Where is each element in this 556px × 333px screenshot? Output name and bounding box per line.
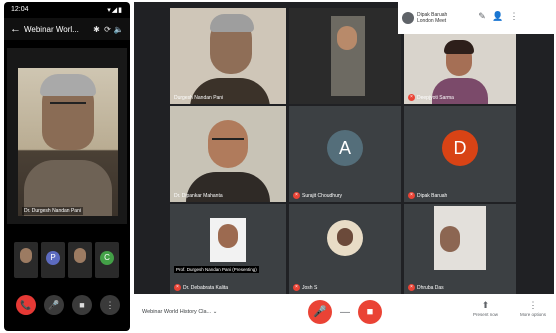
phone-controls: 📞 🎤 ■ ⋮ bbox=[16, 294, 120, 316]
participant-hair bbox=[444, 40, 474, 54]
meet-bottom-bar: Webinar World History Cla... ⌄ 🎤 — ■ ⬆ P… bbox=[134, 294, 554, 330]
participant-name: Dr. Dipankar Mahanta bbox=[174, 193, 223, 199]
presenter-caption: Prof. Durgesh Nandan Pani (Presenting) bbox=[174, 266, 259, 273]
thumbnail-avatar: C bbox=[100, 251, 114, 265]
volume-icon[interactable]: 🔈 bbox=[113, 25, 124, 34]
thumbnail-2[interactable]: P bbox=[41, 242, 65, 278]
participant-name: Durgesh Nandan Pani bbox=[174, 95, 224, 101]
participant-face bbox=[208, 120, 248, 168]
participant-label: × Deepjyoti Sarma bbox=[408, 94, 454, 101]
participant-hair bbox=[210, 14, 254, 32]
call-controls: 🎤 — ■ bbox=[308, 300, 382, 324]
participant-avatar: D bbox=[442, 130, 478, 167]
self-view[interactable]: Dipak Baruah London Meet bbox=[402, 12, 472, 24]
status-bar: 12:04 ▾◢▮ bbox=[4, 2, 130, 18]
mic-button[interactable]: 🎤 bbox=[44, 295, 64, 315]
participant-tile-4[interactable]: Dr. Dipankar Mahanta bbox=[170, 106, 286, 202]
participant-label: Durgesh Nandan Pani bbox=[174, 95, 223, 101]
status-icons: ▾◢▮ bbox=[107, 7, 123, 14]
participant-name: Dhruba Das bbox=[417, 284, 444, 291]
participant-label: × Dr. Debabrata Kalita bbox=[174, 284, 228, 291]
more-vert-icon[interactable]: ⋮ bbox=[508, 11, 520, 25]
mic-off-icon: × bbox=[408, 94, 415, 101]
participant-name: Surajit Choudhury bbox=[302, 192, 343, 199]
speaker-hair bbox=[40, 74, 96, 96]
participant-label: × Dhruba Das bbox=[408, 284, 444, 291]
participant-label: Dr. Dipankar Mahanta bbox=[174, 193, 223, 199]
mic-off-icon: × bbox=[174, 284, 181, 291]
participant-tile-7[interactable]: Prof. Durgesh Nandan Pani (Presenting) ×… bbox=[170, 204, 286, 294]
meeting-details-button[interactable]: Webinar World History Cla... ⌄ bbox=[142, 309, 262, 315]
speaker-glasses bbox=[50, 102, 86, 110]
phone-screen: 12:04 ▾◢▮ ← Webinar Worl... ✱ ⟳ 🔈 Dr. Du… bbox=[4, 2, 130, 331]
participant-glasses bbox=[212, 138, 244, 140]
avatar bbox=[402, 12, 414, 24]
meet-top-bar: Dipak Baruah London Meet ✎ 👤 ⋮ bbox=[398, 2, 554, 34]
participant-face bbox=[440, 226, 460, 252]
status-time: 12:04 bbox=[11, 6, 29, 13]
thumbnail-3[interactable] bbox=[68, 242, 92, 278]
participant-tile-8[interactable]: × Josh S bbox=[289, 204, 401, 294]
speaker-video: Dr. Durgesh Nandan Pani bbox=[18, 68, 118, 216]
participant-face bbox=[337, 26, 357, 50]
participant-name: Josh S bbox=[302, 284, 318, 291]
mic-off-icon: × bbox=[293, 192, 300, 199]
chat-icon[interactable]: ✎ bbox=[476, 11, 488, 25]
self-name: Dipak Baruah London Meet bbox=[417, 12, 448, 24]
meeting-title: Webinar Worl... bbox=[24, 24, 79, 34]
meet-window: Durgesh Nandan Pani × Deepjyoti Sarma Dr.… bbox=[134, 2, 554, 330]
participant-thumbnails: P C bbox=[14, 242, 124, 278]
hangup-button[interactable]: — bbox=[340, 307, 350, 318]
participant-name: Deepjyoti Sarma bbox=[417, 94, 454, 101]
video-button[interactable]: ■ bbox=[72, 295, 92, 315]
flip-camera-icon[interactable]: ⟳ bbox=[102, 25, 113, 34]
mic-off-icon: × bbox=[293, 284, 300, 291]
participant-face bbox=[218, 224, 238, 248]
thumbnail-face bbox=[20, 248, 32, 263]
more-options-button[interactable]: ⋮ bbox=[100, 295, 120, 315]
participant-label: × Dipak Baruah bbox=[408, 192, 447, 199]
phone-meeting-header: ← Webinar Worl... ✱ ⟳ 🔈 bbox=[4, 18, 130, 40]
more-options-label: More options bbox=[519, 312, 546, 317]
main-speaker-stage: Dr. Durgesh Nandan Pani bbox=[7, 48, 127, 224]
present-label: Present now bbox=[472, 312, 498, 317]
mic-off-icon: × bbox=[408, 192, 415, 199]
more-options-button[interactable]: ⋮ More options bbox=[520, 298, 546, 317]
participant-tile-2[interactable] bbox=[289, 8, 401, 104]
camera-toggle-button[interactable]: ■ bbox=[358, 300, 382, 324]
end-call-button[interactable]: 📞 bbox=[16, 295, 36, 315]
mic-toggle-button[interactable]: 🎤 bbox=[308, 300, 332, 324]
present-icon: ⬆ bbox=[481, 300, 490, 310]
thumbnail-4[interactable]: C bbox=[95, 242, 119, 278]
bluetooth-icon[interactable]: ✱ bbox=[91, 25, 102, 34]
back-arrow-icon[interactable]: ← bbox=[10, 23, 24, 35]
participant-label: × Surajit Choudhury bbox=[293, 192, 342, 199]
participant-avatar: A bbox=[327, 130, 363, 167]
thumbnail-1[interactable] bbox=[14, 242, 38, 278]
participant-tile-6[interactable]: D × Dipak Baruah bbox=[404, 106, 516, 202]
participant-label: × Josh S bbox=[293, 284, 317, 291]
participant-tile-5[interactable]: A × Surajit Choudhury bbox=[289, 106, 401, 202]
participant-tile-9[interactable]: × Dhruba Das bbox=[404, 204, 516, 294]
more-vert-icon: ⋮ bbox=[528, 300, 538, 310]
people-icon[interactable]: 👤 bbox=[492, 11, 504, 25]
participant-name: Dr. Debabrata Kalita bbox=[183, 284, 229, 291]
participant-tile-1[interactable]: Durgesh Nandan Pani bbox=[170, 8, 286, 104]
participant-name: Dipak Baruah bbox=[417, 192, 448, 199]
present-now-button[interactable]: ⬆ Present now bbox=[473, 298, 498, 317]
speaker-name: Dr. Durgesh Nandan Pani bbox=[22, 207, 83, 215]
thumbnail-avatar: P bbox=[46, 251, 60, 265]
thumbnail-face bbox=[74, 248, 86, 263]
participant-face bbox=[337, 228, 353, 246]
bottom-actions: ⬆ Present now ⋮ More options bbox=[473, 298, 546, 317]
mic-off-icon: × bbox=[408, 284, 415, 291]
